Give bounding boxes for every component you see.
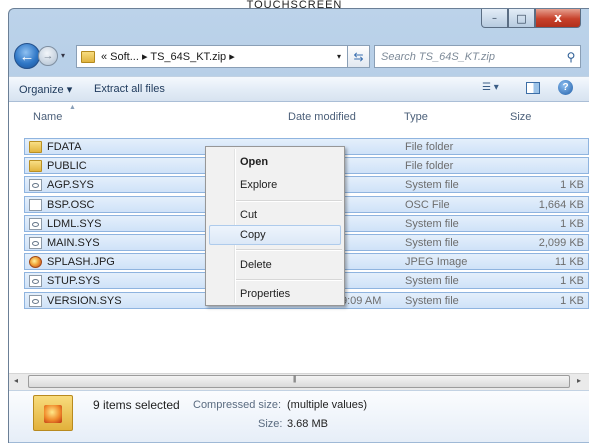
menu-item-copy[interactable]: Copy: [240, 229, 266, 241]
file-size: 1 KB: [560, 179, 584, 191]
back-button[interactable]: ←: [14, 43, 40, 69]
sort-indicator-icon: ▲: [69, 104, 76, 111]
scroll-right-button[interactable]: ▸: [577, 376, 581, 385]
forward-button[interactable]: →: [38, 46, 58, 66]
file-name: AGP.SYS: [47, 179, 94, 191]
view-icon: ☰ ▾: [482, 82, 499, 93]
file-type: OSC File: [405, 199, 450, 211]
menu-separator: [236, 249, 342, 251]
menu-item-cut[interactable]: Cut: [240, 209, 257, 221]
system-file-icon: [29, 179, 42, 191]
file-size: 1 KB: [560, 295, 584, 307]
column-header-size[interactable]: Size: [510, 111, 531, 123]
scrollbar-grip-icon: |||: [293, 376, 297, 383]
forward-arrow-icon: →: [42, 50, 54, 62]
menu-item-open[interactable]: Open: [240, 156, 268, 168]
menu-item-explore[interactable]: Explore: [240, 179, 277, 191]
scroll-left-button[interactable]: ◂: [14, 376, 18, 385]
file-name: SPLASH.JPG: [47, 256, 115, 268]
file-name: VERSION.SYS: [47, 295, 122, 307]
system-file-icon: [29, 218, 42, 230]
search-box[interactable]: Search TS_64S_KT.zip ⚲: [374, 45, 581, 68]
file-type: System file: [405, 295, 459, 307]
help-icon: ?: [562, 82, 569, 93]
search-input[interactable]: Search TS_64S_KT.zip: [381, 51, 562, 63]
folder-icon: [29, 141, 42, 153]
file-type: System file: [405, 237, 459, 249]
file-size: 11 KB: [554, 256, 584, 268]
file-size: 2,099 KB: [538, 237, 584, 249]
column-header-name[interactable]: Name: [33, 111, 62, 123]
menu-separator: [236, 279, 342, 281]
column-header-date[interactable]: Date modified: [288, 111, 356, 123]
file-size: 1 KB: [560, 275, 584, 287]
scrollbar-thumb[interactable]: [28, 375, 570, 388]
compressed-size-value: (multiple values): [287, 399, 368, 411]
size-value: 3.68 MB: [287, 418, 328, 430]
back-arrow-icon: ←: [19, 47, 35, 65]
address-dropdown[interactable]: ▾: [337, 52, 341, 61]
address-bar[interactable]: « Soft... ▸ TS_64S_KT.zip ▸ ▾: [76, 45, 348, 68]
system-file-icon: [29, 295, 42, 307]
menu-highlight: [209, 225, 341, 245]
jpeg-icon: [29, 256, 42, 268]
organize-button[interactable]: Organize ▾: [19, 83, 72, 96]
folder-icon: [29, 160, 42, 172]
minimize-button[interactable]: –: [481, 9, 508, 28]
file-name: LDML.SYS: [47, 218, 102, 230]
file-icon: [29, 199, 42, 211]
size-label: Size:: [258, 418, 283, 430]
system-file-icon: [29, 237, 42, 249]
menu-item-delete[interactable]: Delete: [240, 259, 272, 271]
file-type: System file: [405, 218, 459, 230]
menu-separator: [236, 200, 342, 202]
recent-pages-dropdown[interactable]: ▾: [61, 51, 71, 61]
close-button[interactable]: x: [535, 9, 581, 28]
preview-pane-button[interactable]: [526, 82, 540, 94]
file-name: MAIN.SYS: [47, 237, 100, 249]
system-file-icon: [29, 275, 42, 287]
compressed-size-label: Compressed size:: [193, 399, 282, 411]
file-name: FDATA: [47, 141, 82, 153]
help-button[interactable]: ?: [558, 80, 573, 95]
file-size: 1,664 KB: [538, 199, 584, 211]
zip-folder-icon: [33, 395, 73, 431]
file-name: BSP.OSC: [47, 199, 95, 211]
search-icon[interactable]: ⚲: [562, 50, 580, 64]
file-name: STUP.SYS: [47, 275, 100, 287]
menu-item-properties[interactable]: Properties: [240, 288, 290, 300]
file-size: 1 KB: [560, 218, 584, 230]
file-type: File folder: [405, 141, 454, 153]
folder-icon: [81, 50, 95, 63]
file-type: JPEG Image: [405, 256, 468, 268]
file-name: PUBLIC: [47, 160, 87, 172]
extract-all-button[interactable]: Extract all files: [94, 83, 165, 95]
file-type: System file: [405, 275, 459, 287]
selection-count: 9 items selected: [93, 398, 180, 412]
maximize-button[interactable]: □: [508, 9, 535, 28]
refresh-button[interactable]: ⇆: [348, 45, 370, 68]
file-type: System file: [405, 179, 459, 191]
refresh-icon: ⇆: [353, 49, 364, 64]
change-view-button[interactable]: ☰ ▾: [482, 82, 499, 93]
file-type: File folder: [405, 160, 454, 172]
column-header-type[interactable]: Type: [404, 111, 428, 123]
context-menu: Open Explore Cut Copy Delete Properties: [205, 146, 345, 306]
breadcrumb[interactable]: « Soft... ▸ TS_64S_KT.zip ▸: [101, 50, 235, 63]
